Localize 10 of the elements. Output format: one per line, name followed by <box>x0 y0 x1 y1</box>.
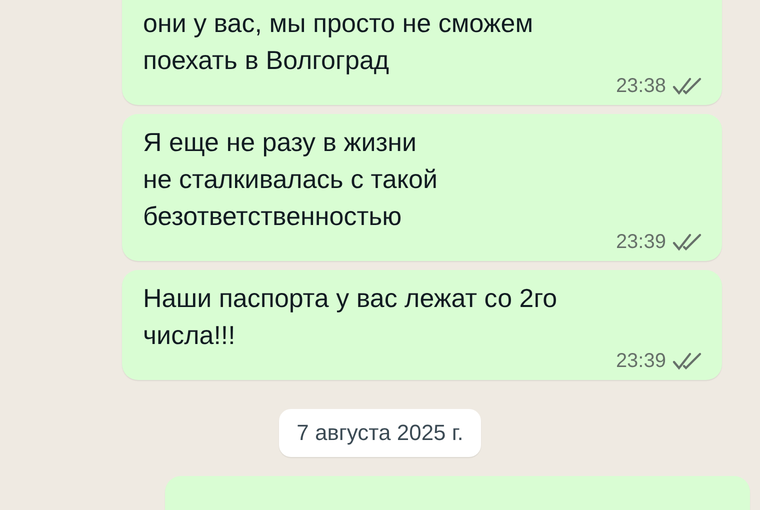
message-text: Наши паспорта у вас лежат со 2го <box>143 282 558 315</box>
message-time: 23:39 <box>616 350 666 372</box>
message-text: они у вас, мы просто не сможем <box>143 7 534 40</box>
message-text: безответственностью <box>143 200 403 233</box>
message-time: 23:38 <box>616 74 666 98</box>
message-text: Я еще не разу в жизни <box>143 126 418 159</box>
message-time: 23:39 <box>616 230 666 254</box>
message-text: поехать в Волгоград <box>143 44 390 77</box>
message-text: числа!!! <box>143 319 236 352</box>
message-text: не сталкивалась с такой <box>143 163 439 196</box>
